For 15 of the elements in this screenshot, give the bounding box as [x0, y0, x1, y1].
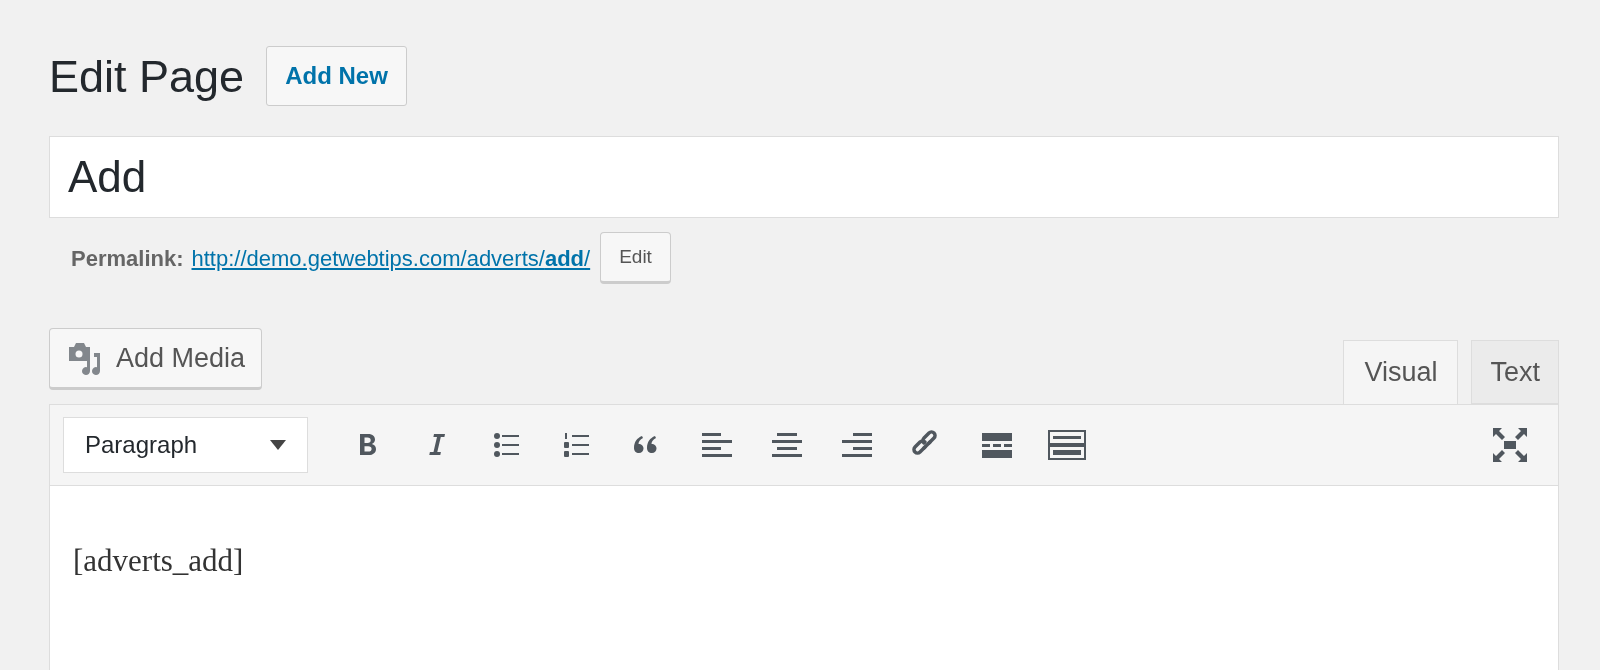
page-title: Edit Page	[49, 53, 245, 99]
edit-button[interactable]: Edit	[600, 232, 671, 284]
permalink-link[interactable]: http://demo.getwebtips.com/adverts/add/	[191, 241, 591, 275]
caret-icon	[270, 440, 286, 450]
editor-tab[interactable]: Text	[1471, 340, 1559, 404]
shortcode-text: [adverts_add]	[73, 542, 245, 580]
add-media-button[interactable]: Add Media	[49, 328, 263, 390]
title-field[interactable]: Add	[49, 136, 1559, 218]
permalink-label: Permalink:	[71, 244, 184, 273]
add-new-button[interactable]: Add New	[266, 46, 407, 106]
keyboard-icon	[1047, 428, 1087, 462]
editor-content-area[interactable]: [adverts_add]	[49, 486, 1559, 670]
editor-tab[interactable]: Visual	[1343, 340, 1459, 404]
format-select[interactable]: Paragraph	[63, 417, 308, 473]
fullscreen-icon	[1492, 427, 1528, 463]
